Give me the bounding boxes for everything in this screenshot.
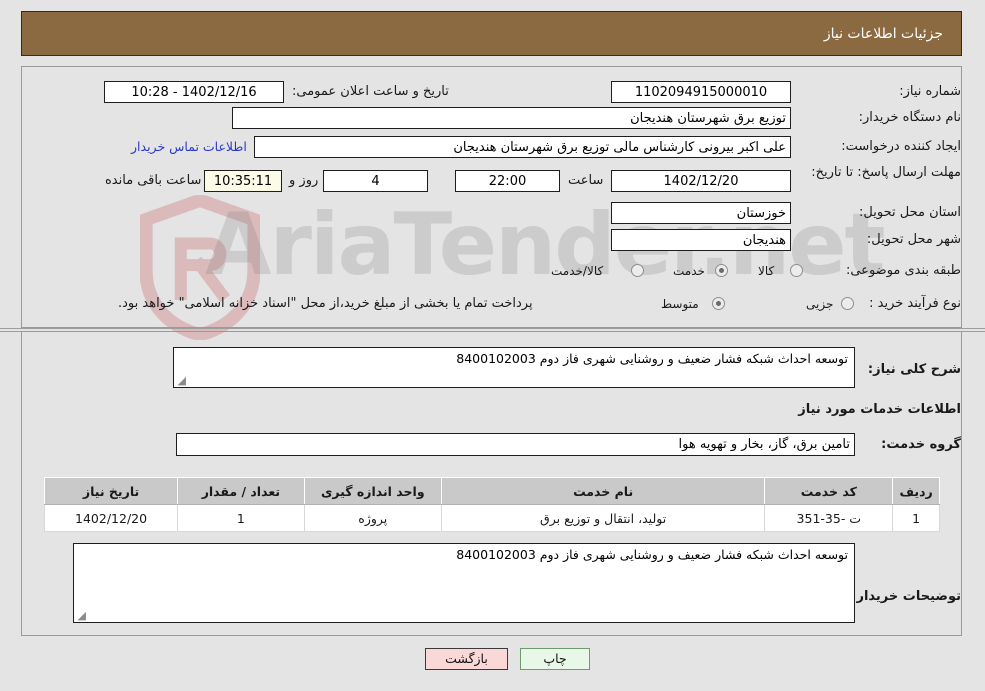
page-root: AriaTender.net جزئیات اطلاعات نیاز شماره… — [0, 0, 985, 691]
announce-datetime-field[interactable]: 1402/12/16 - 10:28 — [104, 81, 284, 103]
request-creator-field[interactable]: علی اکبر بیرونی کارشناس مالی توزیع برق ش… — [254, 136, 791, 158]
request-creator-label: ایجاد کننده درخواست: — [841, 139, 961, 154]
process-label: نوع فرآیند خرید : — [869, 296, 961, 311]
delivery-province-label: استان محل تحویل: — [859, 205, 961, 220]
th-service-code: کد خدمت — [764, 477, 894, 505]
cell-service-name: تولید، انتقال و توزیع برق — [440, 504, 766, 532]
resize-grip-icon-notes[interactable]: ◢ — [76, 610, 86, 621]
remaining-hours-label: ساعت باقی مانده — [105, 173, 202, 188]
radio-category-khedmat[interactable] — [715, 264, 728, 277]
deadline-hour-field[interactable]: 22:00 — [455, 170, 560, 192]
payment-note: پرداخت تمام یا بخشی از مبلغ خرید،از محل … — [118, 296, 533, 311]
th-row-no: ردیف — [892, 477, 940, 505]
buyer-notes-textarea[interactable]: توسعه احداث شبکه فشار ضعیف و روشنایی شهر… — [73, 543, 855, 623]
th-need-date: تاریخ نیاز — [43, 477, 179, 505]
deadline-hour-label: ساعت — [568, 173, 604, 188]
services-info-heading: اطلاعات خدمات مورد نیاز — [798, 402, 961, 417]
cell-row-no: 1 — [892, 504, 940, 532]
radio-category-kala[interactable] — [790, 264, 803, 277]
delivery-city-label: شهر محل تحویل: — [866, 232, 961, 247]
general-desc-textarea[interactable]: توسعه احداث شبکه فشار ضعیف و روشنایی شهر… — [173, 347, 855, 388]
cell-need-date: 1402/12/20 — [43, 504, 179, 532]
delivery-city-field[interactable]: هندیجان — [611, 229, 791, 251]
th-quantity: تعداد / مقدار — [177, 477, 305, 505]
buyer-notes-label: توضیحات خریدار: — [851, 589, 961, 604]
cell-quantity: 1 — [177, 504, 305, 532]
page-title: جزئیات اطلاعات نیاز — [823, 25, 943, 42]
radio-category-khedmat-label: خدمت — [673, 264, 705, 278]
divider-top — [0, 328, 985, 329]
general-desc-label: شرح کلی نیاز: — [867, 362, 961, 377]
need-info-panel — [21, 66, 962, 328]
need-number-label: شماره نیاز: — [899, 84, 961, 99]
service-group-label: گروه خدمت: — [881, 437, 961, 452]
deadline-label: مهلت ارسال پاسخ: تا تاریخ: — [811, 165, 961, 180]
table-header-row: ردیف کد خدمت نام خدمت واحد اندازه گیری ت… — [43, 477, 940, 505]
need-number-field[interactable]: 1102094915000010 — [611, 81, 791, 103]
table-row: 1 ت -35-351 تولید، انتقال و توزیع برق پر… — [43, 504, 940, 532]
cell-unit: پروژه — [303, 504, 442, 532]
announce-datetime-label: تاریخ و ساعت اعلان عمومی: — [292, 84, 449, 99]
radio-category-kala-khedmat-label: کالا/خدمت — [551, 264, 604, 278]
th-unit: واحد اندازه گیری — [303, 477, 442, 505]
services-table: ردیف کد خدمت نام خدمت واحد اندازه گیری ت… — [43, 477, 940, 532]
remaining-days-field[interactable]: 4 — [323, 170, 428, 192]
cell-service-code: ت -35-351 — [764, 504, 894, 532]
remaining-timer-field: 10:35:11 — [204, 170, 282, 192]
radio-category-kala-khedmat[interactable] — [631, 264, 644, 277]
radio-category-kala-label: کالا — [758, 264, 775, 278]
delivery-province-field[interactable]: خوزستان — [611, 202, 791, 224]
buyer-notes-value: توسعه احداث شبکه فشار ضعیف و روشنایی شهر… — [456, 547, 848, 562]
buyer-contact-link[interactable]: اطلاعات تماس خریدار — [131, 139, 247, 154]
th-service-name: نام خدمت — [440, 477, 766, 505]
radio-process-jozii[interactable] — [841, 297, 854, 310]
radio-process-motavasset[interactable] — [712, 297, 725, 310]
service-group-field[interactable]: تامین برق، گاز، بخار و تهویه هوا — [176, 433, 855, 456]
buyer-org-label: نام دستگاه خریدار: — [858, 110, 961, 125]
deadline-date-field[interactable]: 1402/12/20 — [611, 170, 791, 192]
buyer-org-field[interactable]: توزیع برق شهرستان هندیجان — [232, 107, 791, 129]
remaining-days-label: روز و — [289, 173, 319, 188]
general-desc-value: توسعه احداث شبکه فشار ضعیف و روشنایی شهر… — [456, 351, 848, 366]
header-bar: جزئیات اطلاعات نیاز — [21, 11, 962, 56]
radio-process-jozii-label: جزیی — [806, 297, 834, 311]
back-button[interactable]: بازگشت — [425, 648, 508, 670]
resize-grip-icon[interactable]: ◢ — [176, 375, 186, 386]
print-button[interactable]: چاپ — [520, 648, 590, 670]
category-label: طبقه بندی موضوعی: — [845, 263, 961, 278]
radio-process-motavasset-label: متوسط — [661, 297, 699, 311]
